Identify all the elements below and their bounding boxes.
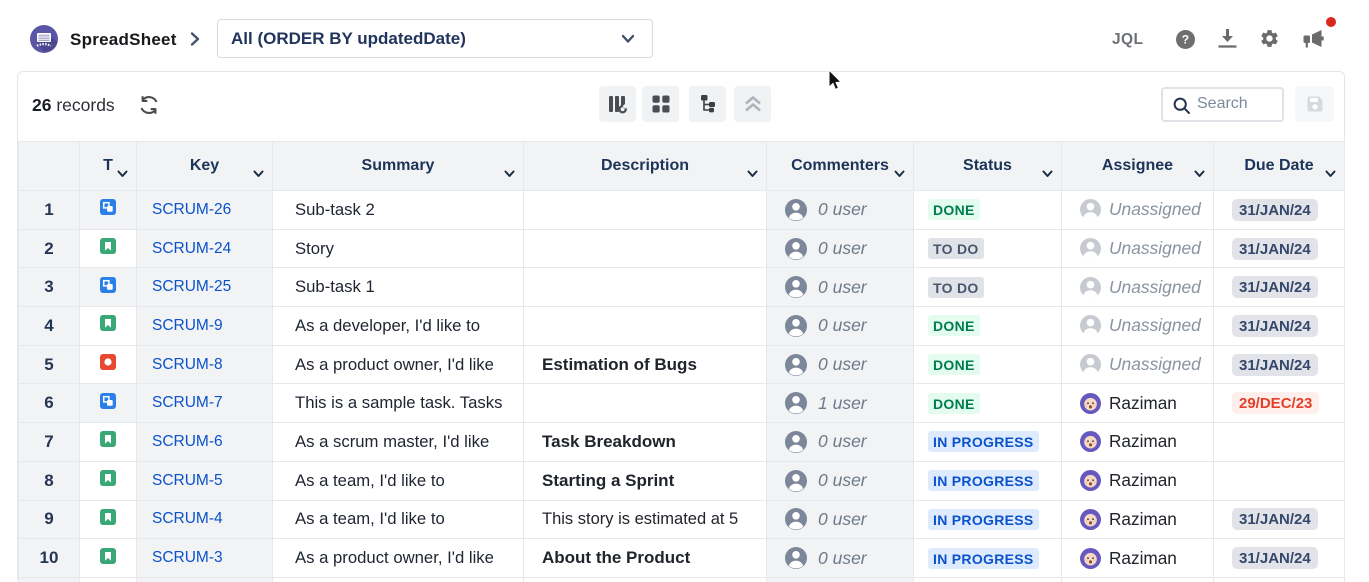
svg-text:?: ?	[1182, 32, 1189, 46]
